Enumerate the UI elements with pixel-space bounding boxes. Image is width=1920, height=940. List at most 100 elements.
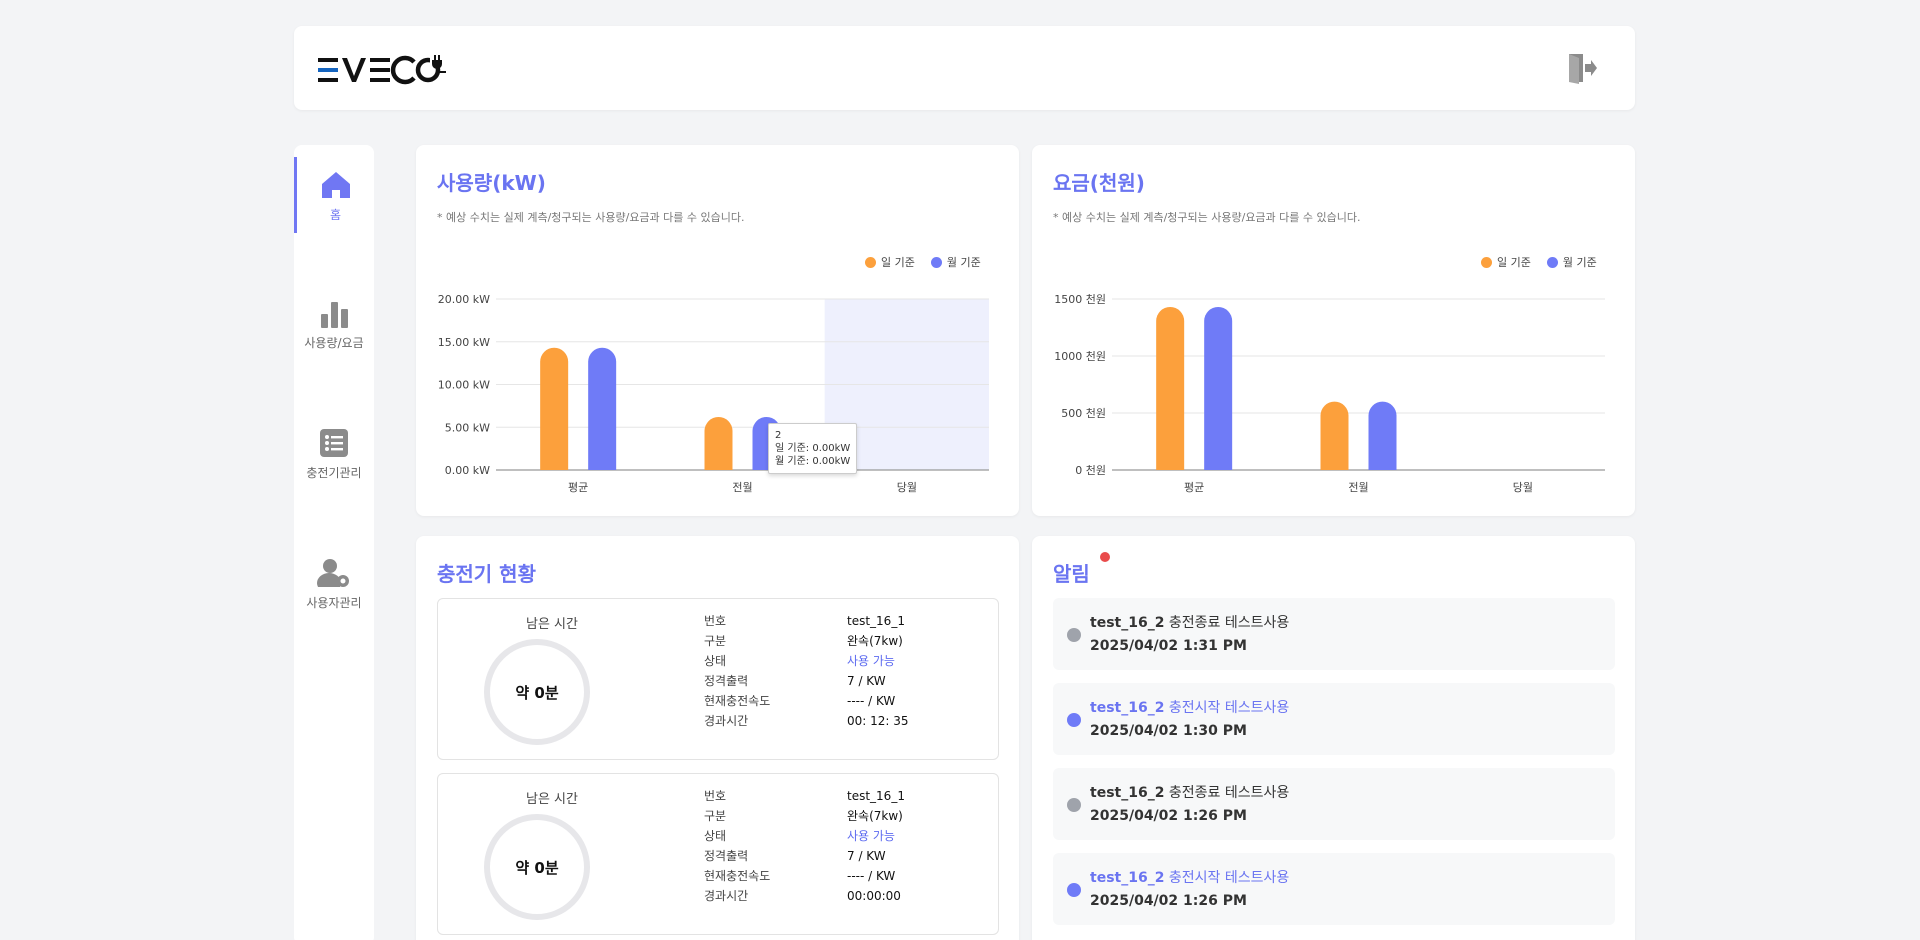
y-tick-label: 5.00 kW — [445, 421, 490, 434]
info-value: 7 / KW — [847, 849, 886, 863]
alert-title: test_16_2 충전시작 테스트사용 — [1090, 700, 1290, 716]
bar[interactable] — [1320, 401, 1349, 470]
alert-item[interactable]: test_16_2 충전종료 테스트사용 2025/04/02 1:26 PM — [1053, 768, 1615, 840]
info-key: 경과시간 — [704, 714, 749, 728]
sidebar-item-charger-management[interactable]: 충전기관리 — [294, 415, 374, 491]
fee-legend: 일 기준 월 기준 — [1481, 254, 1597, 270]
info-key: 상태 — [704, 829, 727, 843]
remaining-time-label: 남은 시간 — [526, 792, 578, 807]
legend-item-monthly[interactable]: 월 기준 — [1546, 254, 1597, 270]
sidebar-item-label: 충전기관리 — [306, 465, 362, 480]
info-value: test_16_1 — [847, 614, 905, 628]
bar[interactable] — [1156, 306, 1185, 470]
status-value: 사용 가능 — [847, 654, 895, 668]
info-value: 00: 12: 35 — [847, 714, 909, 728]
x-tick-label: 당월 — [1513, 481, 1533, 494]
alert-status-dot — [1067, 883, 1081, 897]
eveco-logo[interactable] — [318, 52, 448, 88]
info-value: ---- / KW — [847, 869, 896, 883]
alert-title: test_16_2 충전시작 테스트사용 — [1090, 870, 1290, 886]
fee-card: 요금(천원) * 예상 수치는 실제 계측/청구되는 사용량/요금과 다를 수 … — [1032, 145, 1635, 516]
y-tick-label: 1500 천원 — [1054, 292, 1106, 306]
y-tick-label: 10.00 kW — [438, 379, 490, 392]
info-key: 현재충전속도 — [704, 869, 771, 883]
bar-chart-icon — [321, 301, 348, 328]
info-key: 번호 — [704, 614, 727, 628]
alert-card: 알림 test_16_2 충전종료 테스트사용 2025/04/02 1:31 … — [1032, 536, 1635, 940]
x-tick-label: 평균 — [568, 481, 588, 494]
info-key: 번호 — [704, 789, 727, 803]
status-value: 사용 가능 — [847, 829, 895, 843]
bar[interactable] — [1368, 401, 1397, 470]
alert-status-dot — [1067, 798, 1081, 812]
legend-dot — [930, 256, 942, 268]
charger-card-title: 충전기 현황 — [437, 562, 536, 586]
info-value: 완속(7kw) — [847, 634, 903, 648]
y-tick-label: 1000 천원 — [1054, 349, 1106, 363]
y-tick-label: 500 천원 — [1061, 406, 1106, 420]
usage-chart[interactable]: 0.00 kW 5.00 kW 10.00 kW 15.00 kW 20.00 kW 평균… — [416, 275, 1019, 516]
usage-card: 사용량(kW) * 예상 수치는 실제 계측/청구되는 사용량/요금과 다를 수… — [416, 145, 1019, 516]
y-tick-label: 0 천원 — [1075, 463, 1106, 477]
alert-card-title: 알림 — [1053, 562, 1090, 586]
header — [294, 26, 1635, 110]
legend-item-daily[interactable]: 일 기준 — [865, 254, 915, 270]
legend-item-daily[interactable]: 일 기준 — [1481, 254, 1531, 270]
fee-chart[interactable]: 0 천원 500 천원 1000 천원 1500 천원평균 전월 당월 — [1032, 275, 1635, 516]
remaining-time-label: 남은 시간 — [526, 617, 578, 632]
charger-item[interactable]: 남은 시간 약 0분 번호 test_16_1 구분 완속(7kw) 상태 사용 가능… — [437, 598, 999, 760]
notification-badge — [1100, 552, 1110, 562]
remaining-time-ring: 약 0분 — [484, 639, 590, 745]
home-icon — [321, 171, 350, 198]
info-value: 00:00:00 — [847, 889, 901, 903]
sidebar-item-home[interactable]: 홈 — [294, 157, 374, 233]
charger-info: 번호 test_16_1 구분 완속(7kw) 상태 사용 가능 정격출력 7 / KW… — [704, 788, 967, 904]
info-key: 현재충전속도 — [704, 694, 771, 708]
alert-title: test_16_2 충전종료 테스트사용 — [1090, 785, 1290, 801]
logout-icon[interactable] — [1563, 50, 1599, 86]
legend-dot — [1481, 256, 1492, 268]
list-icon — [320, 428, 348, 457]
legend-dot — [1546, 256, 1558, 268]
alert-time: 2025/04/02 1:31 PM — [1090, 638, 1247, 654]
fee-card-title: 요금(천원) — [1053, 171, 1145, 195]
usage-legend: 일 기준 월 기준 — [865, 254, 981, 270]
remaining-time-ring: 약 0분 — [484, 814, 590, 920]
alert-title: test_16_2 충전종료 테스트사용 — [1090, 615, 1290, 631]
sidebar-item-usage-fee[interactable]: 사용량/요금 — [294, 285, 374, 361]
x-tick-label: 전월 — [1348, 481, 1368, 494]
sidebar-item-label: 사용량/요금 — [304, 335, 364, 350]
y-tick-label: 15.00 kW — [438, 336, 490, 349]
charger-info: 번호 test_16_1 구분 완속(7kw) 상태 사용 가능 정격출력 7 / KW… — [704, 613, 967, 729]
bar[interactable] — [1204, 306, 1233, 470]
bar[interactable] — [540, 347, 569, 470]
bar[interactable] — [588, 347, 617, 470]
user-gear-icon — [317, 558, 349, 587]
legend-item-monthly[interactable]: 월 기준 — [930, 254, 981, 270]
alert-status-dot — [1067, 713, 1081, 727]
alert-item[interactable]: test_16_2 충전시작 테스트사용 2025/04/02 1:26 PM — [1053, 853, 1615, 925]
info-key: 상태 — [704, 654, 727, 668]
charger-item[interactable]: 남은 시간 약 0분 번호 test_16_1 구분 완속(7kw) 상태 사용 가능… — [437, 773, 999, 935]
info-value: test_16_1 — [847, 789, 905, 803]
y-tick-label: 0.00 kW — [445, 464, 490, 477]
charger-status-card: 충전기 현황 남은 시간 약 0분 번호 test_16_1 구분 완속(7kw) … — [416, 536, 1019, 940]
fee-card-note: * 예상 수치는 실제 계측/청구되는 사용량/요금과 다를 수 있습니다. — [1053, 211, 1361, 224]
remaining-time-value: 약 0분 — [515, 858, 559, 877]
sidebar-item-user-management[interactable]: 사용자관리 — [294, 545, 374, 621]
x-tick-label: 평균 — [1184, 481, 1204, 494]
alert-item[interactable]: test_16_2 충전종료 테스트사용 2025/04/02 1:31 PM — [1053, 598, 1615, 670]
alert-status-dot — [1067, 628, 1081, 642]
sidebar-item-label: 사용자관리 — [306, 595, 362, 610]
alert-time: 2025/04/02 1:30 PM — [1090, 723, 1247, 739]
alert-item[interactable]: test_16_2 충전시작 테스트사용 2025/04/02 1:30 PM — [1053, 683, 1615, 755]
bar[interactable] — [704, 416, 733, 470]
info-key: 경과시간 — [704, 889, 749, 903]
info-key: 구분 — [704, 634, 727, 648]
sidebar-item-label: 홈 — [329, 207, 342, 222]
usage-card-title: 사용량(kW) — [437, 171, 546, 195]
alert-time: 2025/04/02 1:26 PM — [1090, 808, 1247, 824]
remaining-time-value: 약 0분 — [515, 683, 559, 702]
x-tick-label: 당월 — [897, 481, 917, 494]
info-key: 정격출력 — [704, 674, 749, 688]
